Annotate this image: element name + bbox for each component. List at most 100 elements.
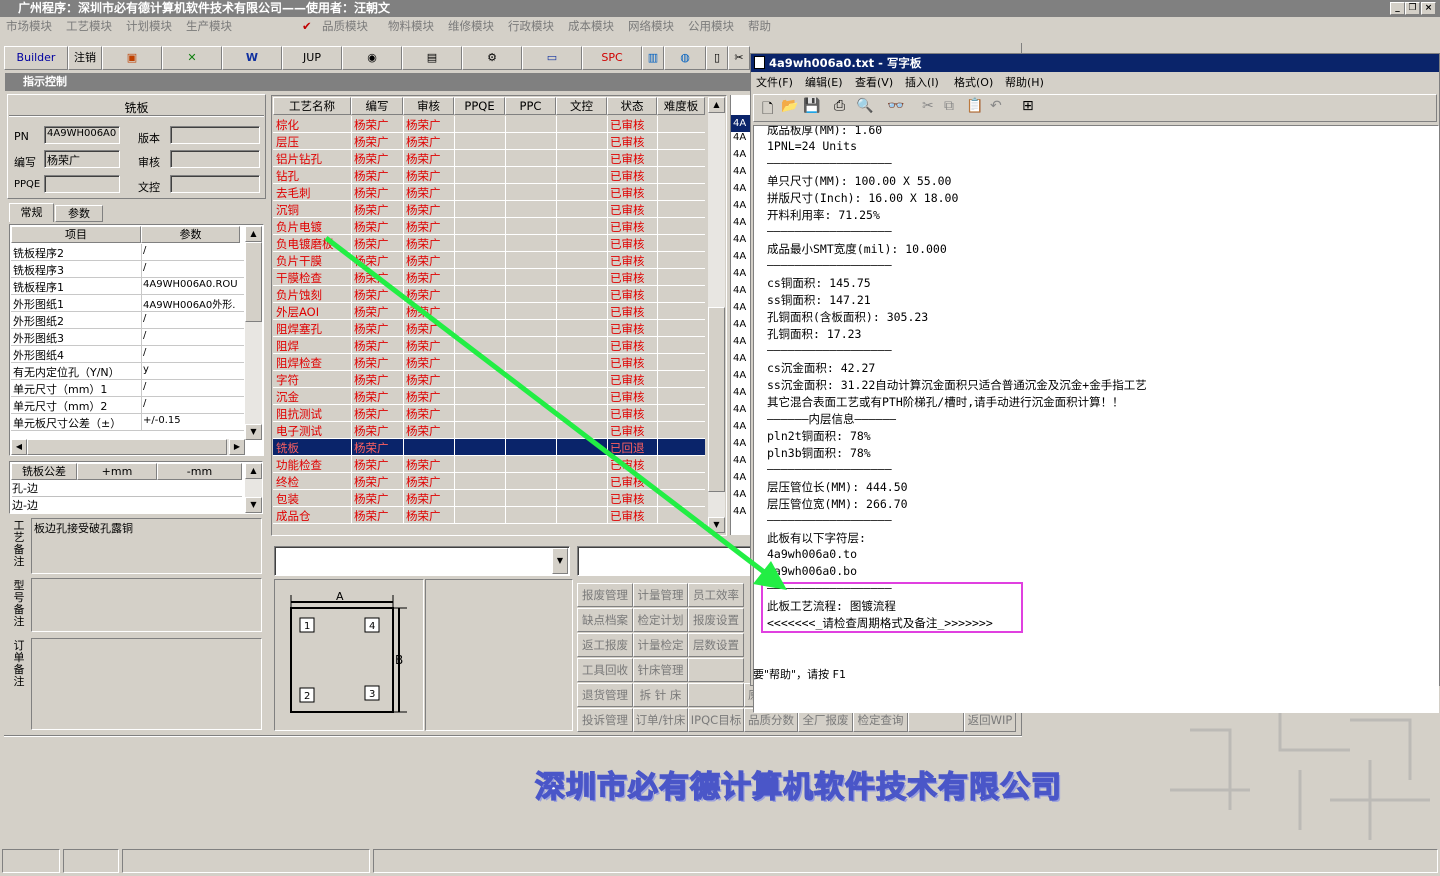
- function-button-1-2[interactable]: 报废设置: [688, 608, 744, 632]
- tab-general[interactable]: 常规: [9, 203, 54, 222]
- side-list-item[interactable]: 4A: [733, 404, 746, 415]
- builder-button[interactable]: Builder: [4, 46, 68, 70]
- menu-admin[interactable]: 行政模块: [508, 17, 554, 36]
- table-row[interactable]: 单元尺寸（mm）1 /: [11, 380, 244, 397]
- function-button-3-0[interactable]: 工具回收: [577, 658, 633, 682]
- process-combo[interactable]: ▼: [274, 546, 570, 576]
- cut-icon[interactable]: ✂: [922, 98, 934, 114]
- side-list-item[interactable]: 4A: [733, 336, 746, 347]
- menu-maintenance[interactable]: 维修模块: [448, 17, 494, 36]
- scroll-thumb[interactable]: [245, 242, 262, 322]
- process-vscroll[interactable]: ▲ ▼: [708, 97, 725, 533]
- empty-button[interactable]: [688, 683, 744, 707]
- insert-object-icon[interactable]: ⊞: [1022, 98, 1034, 114]
- close-button[interactable]: ×: [1421, 2, 1436, 15]
- table-row[interactable]: 单元板尺寸公差（±） +/-0.15: [11, 414, 244, 431]
- empty-button[interactable]: [688, 658, 744, 682]
- model-note-field[interactable]: [31, 578, 262, 632]
- side-list-item[interactable]: 4A: [731, 115, 751, 132]
- function-button-5-2[interactable]: IPQC目标: [688, 708, 744, 732]
- wp-menu-view[interactable]: 查看(V): [855, 73, 893, 92]
- excel-icon[interactable]: ✕: [162, 46, 222, 70]
- process-note-field[interactable]: 板边孔接受破孔露铜: [31, 518, 262, 574]
- side-list-item[interactable]: 4A: [733, 353, 746, 364]
- chart-icon[interactable]: ▥: [642, 46, 664, 70]
- tolerance-vscroll[interactable]: ▲ ▼: [245, 463, 262, 513]
- side-list-item[interactable]: 4A: [733, 370, 746, 381]
- doc-field[interactable]: [170, 175, 260, 193]
- wp-menu-insert[interactable]: 插入(I): [905, 73, 939, 92]
- process-header-4[interactable]: PPC: [505, 97, 556, 115]
- menu-cost[interactable]: 成本模块: [568, 17, 614, 36]
- side-list-item[interactable]: 4A: [733, 302, 746, 313]
- undo-icon[interactable]: ↶: [990, 98, 1002, 114]
- globe-icon[interactable]: ◍: [664, 46, 706, 70]
- table-row[interactable]: 沉金 杨荣广 杨荣广 已审核: [273, 388, 705, 405]
- scroll-left-icon[interactable]: ◀: [11, 439, 27, 455]
- function-button-2-0[interactable]: 返工报废: [577, 633, 633, 657]
- table-row[interactable]: 负片蚀刻 杨荣广 杨荣广 已审核: [273, 286, 705, 303]
- side-list-item[interactable]: 4A: [733, 149, 746, 160]
- process-header-7[interactable]: 难度板: [657, 97, 705, 115]
- order-note-field[interactable]: [31, 638, 262, 730]
- function-button-2-2[interactable]: 层数设置: [688, 633, 744, 657]
- wp-menu-help[interactable]: 帮助(H): [1005, 73, 1044, 92]
- scroll-down-icon[interactable]: ▼: [708, 517, 725, 533]
- side-list-item[interactable]: 4A: [733, 489, 746, 500]
- menu-material[interactable]: 物料模块: [388, 17, 434, 36]
- hscroll-thumb[interactable]: [27, 439, 227, 455]
- menu-common[interactable]: 公用模块: [688, 17, 734, 36]
- menu-plan[interactable]: 计划模块: [126, 17, 172, 36]
- table-row[interactable]: 外形图纸4 /: [11, 346, 244, 363]
- table-row[interactable]: 外形图纸1 4A9WH006A0外形.: [11, 295, 244, 312]
- restore-button[interactable]: ❐: [1405, 2, 1420, 15]
- table-row[interactable]: 终检 杨荣广 杨荣广 已审核: [273, 473, 705, 490]
- function-button-5-1[interactable]: 订单/针床: [633, 708, 688, 732]
- side-list-item[interactable]: 4A: [733, 438, 746, 449]
- side-list-item[interactable]: 4A: [733, 421, 746, 432]
- table-row[interactable]: 沉铜 杨荣广 杨荣广 已审核: [273, 201, 705, 218]
- side-list-item[interactable]: 4A: [733, 234, 746, 245]
- version-field[interactable]: [170, 126, 260, 144]
- scroll-down-icon[interactable]: ▼: [245, 424, 262, 440]
- table-row[interactable]: 层压 杨荣广 杨荣广 已审核: [273, 133, 705, 150]
- table-row[interactable]: 铝片钻孔 杨荣广 杨荣广 已审核: [273, 150, 705, 167]
- menu-quality[interactable]: 品质模块: [322, 17, 368, 36]
- process-header-0[interactable]: 工艺名称: [273, 97, 351, 115]
- function-button-4-1[interactable]: 拆 针 床: [633, 683, 688, 707]
- spc-button[interactable]: SPC: [582, 46, 642, 70]
- menu-production[interactable]: 生产模块: [186, 17, 232, 36]
- copy-icon[interactable]: ⧉: [944, 98, 954, 114]
- side-list-item[interactable]: 4A: [733, 455, 746, 466]
- function-button-4-0[interactable]: 退货管理: [577, 683, 633, 707]
- scroll-right-icon[interactable]: ▶: [229, 439, 245, 455]
- table-row[interactable]: 有无内定位孔（Y/N） y: [11, 363, 244, 380]
- find-icon[interactable]: 👓: [887, 98, 904, 114]
- side-list-item[interactable]: 4A: [733, 268, 746, 279]
- table-row[interactable]: 铣板程序3 /: [11, 261, 244, 278]
- menu-market[interactable]: 市场模块: [6, 17, 52, 36]
- table-row[interactable]: 外形图纸2 /: [11, 312, 244, 329]
- tab-params[interactable]: 参数: [55, 205, 103, 222]
- table-row[interactable]: 外层AOI 杨荣广 杨荣广 已审核: [273, 303, 705, 320]
- function-button-3-1[interactable]: 针床管理: [633, 658, 688, 682]
- chevron-down-icon[interactable]: ▼: [552, 548, 568, 574]
- jup-button[interactable]: JUP: [282, 46, 342, 70]
- table-row[interactable]: 铣板程序1 4A9WH006A0.ROU: [11, 278, 244, 295]
- function-button-1-0[interactable]: 缺点档案: [577, 608, 633, 632]
- table-row[interactable]: 阻焊塞孔 杨荣广 杨荣广 已审核: [273, 320, 705, 337]
- menu-network[interactable]: 网络模块: [628, 17, 674, 36]
- table-row[interactable]: 负电镀磨板 杨荣广 杨荣广 已审核: [273, 235, 705, 252]
- network-icon[interactable]: ⚙: [462, 46, 522, 70]
- prep-field[interactable]: 杨荣广: [44, 150, 120, 168]
- wp-menu-format[interactable]: 格式(O): [954, 73, 993, 92]
- table-row[interactable]: 钻孔 杨荣广 杨荣广 已审核: [273, 167, 705, 184]
- side-list-item[interactable]: 4A: [733, 200, 746, 211]
- table-row[interactable]: 包装 杨荣广 杨荣广 已审核: [273, 490, 705, 507]
- computer-icon[interactable]: ▭: [522, 46, 582, 70]
- print-preview-icon[interactable]: 🔍: [856, 98, 873, 114]
- side-list-item[interactable]: 4A: [733, 506, 746, 517]
- table-row[interactable]: 负片干膜 杨荣广 杨荣广 已审核: [273, 252, 705, 269]
- table-row[interactable]: 电子测试 杨荣广 杨荣广 已审核: [273, 422, 705, 439]
- minimize-button[interactable]: _: [1390, 2, 1405, 15]
